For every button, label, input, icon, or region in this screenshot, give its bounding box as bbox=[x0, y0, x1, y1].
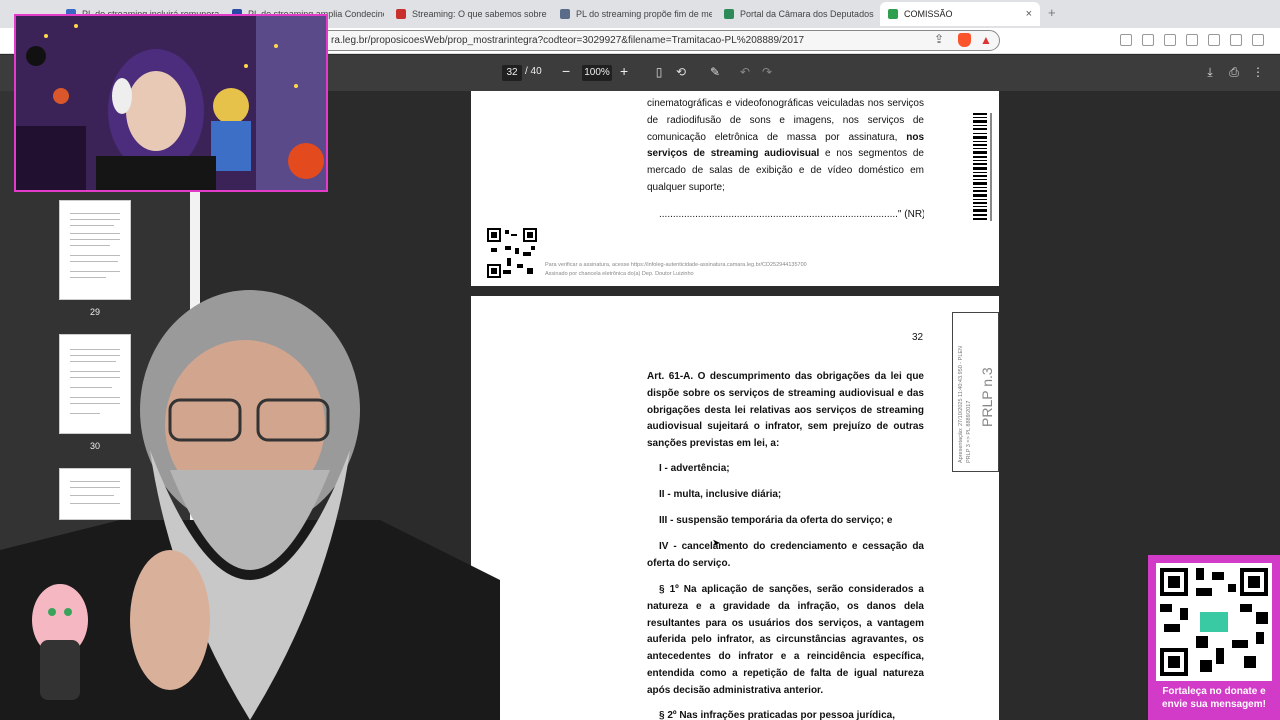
paragraph-2: § 2º Nas infrações praticadas por pessoa… bbox=[659, 710, 895, 720]
zoom-level-input[interactable]: 100% bbox=[582, 65, 612, 81]
donate-line: Fortaleça no donate e bbox=[1162, 686, 1266, 697]
stamp-date: Apresentação: 27/10/2025 11:40:43.950 - … bbox=[957, 346, 973, 463]
rotate-icon[interactable]: ⟲ bbox=[674, 65, 688, 79]
brave-shields-icon[interactable] bbox=[958, 33, 971, 47]
protocol-stamp: Apresentação: 27/10/2025 11:40:43.950 - … bbox=[952, 312, 999, 472]
tab-label: COMISSÃO bbox=[904, 9, 953, 19]
more-options-icon[interactable]: ⋮ bbox=[1251, 65, 1265, 79]
tab-favicon-icon bbox=[560, 9, 570, 19]
sidebar-icon[interactable] bbox=[1164, 34, 1176, 46]
tab-favicon-icon bbox=[724, 9, 734, 19]
print-icon[interactable]: ⎙ bbox=[1227, 65, 1241, 79]
browser-toolbar-icons bbox=[1120, 34, 1264, 46]
fit-page-icon[interactable]: ▯ bbox=[652, 65, 666, 79]
warning-triangle-icon[interactable]: ▲ bbox=[980, 33, 992, 47]
tab-label: Portal da Câmara dos Deputados bbox=[740, 9, 874, 19]
item-i: I - advertência; bbox=[659, 463, 730, 474]
item-iii: III - suspensão temporária da oferta do … bbox=[659, 515, 893, 526]
tab-favicon-icon bbox=[888, 9, 898, 19]
zoom-in-button[interactable]: + bbox=[620, 63, 628, 79]
page-total: / 40 bbox=[525, 66, 542, 77]
share-icon[interactable]: ⇪ bbox=[934, 32, 944, 46]
verification-qr-code bbox=[487, 228, 537, 278]
paragraph-1: § 1º Na aplicação de sanções, serão cons… bbox=[647, 584, 924, 696]
page-thumbnail-29[interactable] bbox=[59, 200, 131, 300]
extension-icon[interactable] bbox=[1120, 34, 1132, 46]
mouse-cursor-icon: ➤ bbox=[712, 538, 721, 549]
tab-3[interactable]: Streaming: O que sabemos sobre bbox=[388, 2, 548, 26]
annotate-icon[interactable]: ✎ bbox=[708, 65, 722, 79]
tab-label: PL do streaming propõe fim de me bbox=[576, 9, 712, 19]
donate-message: Fortaleça no donate e envie sua mensagem! bbox=[1148, 685, 1280, 711]
presenter-webcam-image bbox=[0, 290, 500, 720]
paragraph-part: cinematográficas e videofonográficas vei… bbox=[647, 98, 924, 143]
verify-line: Assinado por chancela eletrônica do(a) D… bbox=[545, 271, 694, 277]
redo-icon[interactable]: ↷ bbox=[760, 65, 774, 79]
extension-icon[interactable] bbox=[1142, 34, 1154, 46]
ai-icon[interactable] bbox=[1208, 34, 1220, 46]
vpn-icon[interactable] bbox=[1230, 34, 1242, 46]
donate-qr-panel: Fortaleça no donate e envie sua mensagem! bbox=[1148, 555, 1280, 720]
barcode bbox=[973, 113, 992, 221]
pdf-page-31: cinematográficas e videofonográficas vei… bbox=[471, 91, 999, 286]
wallet-icon[interactable] bbox=[1186, 34, 1198, 46]
donate-line: envie sua mensagem! bbox=[1162, 699, 1266, 710]
streamer-webcam-image bbox=[16, 16, 326, 190]
new-tab-button[interactable]: + bbox=[1048, 5, 1056, 20]
menu-icon[interactable] bbox=[1252, 34, 1264, 46]
page-number-input[interactable]: 32 bbox=[502, 65, 522, 81]
tab-4[interactable]: PL do streaming propõe fim de me bbox=[552, 2, 712, 26]
stamp-line: Apresentação: 27/10/2025 11:40:43.950 - … bbox=[958, 345, 964, 463]
paragraph-text: cinematográficas e videofonográficas vei… bbox=[647, 96, 924, 197]
download-icon[interactable]: ⤓ bbox=[1203, 65, 1217, 79]
tab-favicon-icon bbox=[396, 9, 406, 19]
pdf-page-32: 32 Art. 61-A. O descumprimento das obrig… bbox=[471, 296, 999, 720]
undo-icon[interactable]: ↶ bbox=[738, 65, 752, 79]
donate-qr-code bbox=[1156, 563, 1272, 681]
webcam-overlay-presenter bbox=[0, 290, 500, 720]
webcam-overlay-top bbox=[14, 14, 328, 192]
tab-6-active[interactable]: COMISSÃO × bbox=[880, 2, 1040, 26]
screen: PL do streaming incluirá remunera PL do … bbox=[0, 0, 1280, 720]
nr-line: ........................................… bbox=[659, 209, 924, 220]
item-iv: IV - cancelamento do credenciamento e ce… bbox=[647, 541, 924, 569]
stamp-line: PRLP 3 => PL 8889/2017 bbox=[966, 400, 972, 463]
zoom-out-button[interactable]: − bbox=[562, 63, 570, 79]
article-61a: Art. 61-A. O descumprimento das obrigaçõ… bbox=[647, 371, 924, 450]
item-ii: II - multa, inclusive diária; bbox=[659, 489, 782, 500]
url-input[interactable]: ra.leg.br/proposicoesWeb/prop_mostrarint… bbox=[318, 30, 1000, 51]
tab-5[interactable]: Portal da Câmara dos Deputados bbox=[716, 2, 876, 26]
verify-line: Para verificar a assinatura, acesse http… bbox=[545, 262, 807, 268]
close-tab-icon[interactable]: × bbox=[1026, 8, 1032, 20]
page-number: 32 bbox=[912, 332, 924, 343]
stamp-title: PRLP n.3 bbox=[979, 367, 995, 427]
tab-label: Streaming: O que sabemos sobre bbox=[412, 9, 547, 19]
signature-verification-text: Para verificar a assinatura, acesse http… bbox=[545, 261, 807, 279]
